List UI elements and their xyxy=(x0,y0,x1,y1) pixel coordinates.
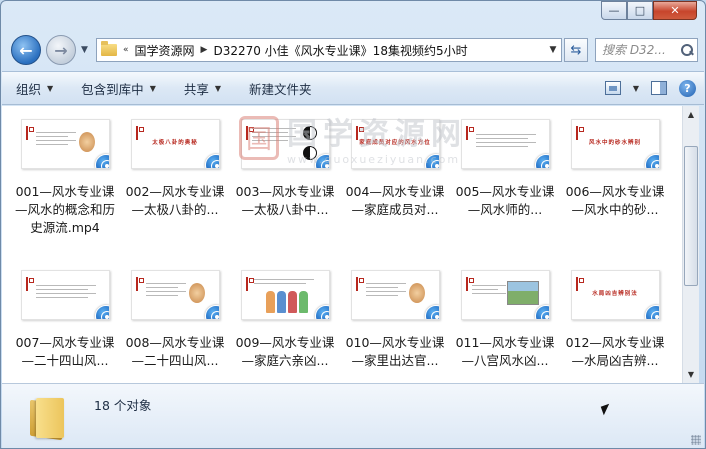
breadcrumb-overflow[interactable]: « xyxy=(123,45,129,55)
chevron-down-icon: ▼ xyxy=(47,83,54,93)
video-thumbnail xyxy=(460,119,550,169)
file-name: 011—风水专业课—八宫风水凶... xyxy=(455,335,555,368)
arrow-left-icon: ← xyxy=(19,40,33,60)
media-player-icon xyxy=(94,154,109,168)
media-player-icon xyxy=(644,154,659,168)
back-button[interactable]: ← xyxy=(11,35,41,65)
video-thumbnail xyxy=(240,119,330,169)
command-bar: 组织 ▼ 包含到库中 ▼ 共享 ▼ 新建文件夹 ▼ ? xyxy=(2,71,704,105)
file-item[interactable]: 003—风水专业课—太极八卦中... xyxy=(230,106,340,219)
file-name: 010—风水专业课—家里出达官... xyxy=(345,335,445,368)
resize-grip[interactable] xyxy=(691,435,701,445)
file-name: 008—风水专业课—二十四山风... xyxy=(125,335,225,368)
forward-button[interactable]: → xyxy=(46,35,76,65)
file-name: 001—风水专业课—风水的概念和历史源流.mp4 xyxy=(14,184,115,235)
address-bar[interactable]: « 国学资源网 ▶ D32270 小佳《风水专业课》18集视频约5小时 ▼ xyxy=(96,38,562,62)
organize-label: 组织 xyxy=(16,81,42,97)
file-name: 012—风水专业课—水局凶吉辨... xyxy=(565,335,665,368)
maximize-button[interactable]: □ xyxy=(627,1,653,20)
view-dropdown-icon[interactable]: ▼ xyxy=(633,84,639,93)
file-list[interactable]: 001—风水专业课—风水的概念和历史源流.mp4 太极八卦的奥秘 002—风水专业课… xyxy=(2,106,682,383)
chevron-down-icon: ▼ xyxy=(149,83,156,93)
preview-pane-icon[interactable] xyxy=(651,81,667,95)
new-folder-label: 新建文件夹 xyxy=(249,81,312,97)
folder-icon xyxy=(101,41,117,56)
video-thumbnail: 家庭成员对应的风水方位 xyxy=(350,119,440,169)
organize-menu[interactable]: 组织 ▼ xyxy=(2,79,67,98)
scroll-down-button[interactable]: ▼ xyxy=(683,366,699,383)
thumbnail-title: 水局凶吉辨别法 xyxy=(592,291,638,297)
new-folder-button[interactable]: 新建文件夹 xyxy=(235,79,326,98)
video-thumbnail xyxy=(240,270,330,320)
media-player-icon xyxy=(204,154,219,168)
close-button[interactable]: ✕ xyxy=(653,1,697,20)
file-item[interactable]: 001—风水专业课—风水的概念和历史源流.mp4 xyxy=(10,106,120,237)
change-view-icon[interactable] xyxy=(604,81,621,95)
video-thumbnail xyxy=(460,270,550,320)
chevron-down-icon: ▼ xyxy=(214,83,222,93)
media-player-icon xyxy=(534,154,549,168)
recent-pages-dropdown[interactable]: ▼ xyxy=(81,45,88,55)
video-thumbnail xyxy=(130,270,220,320)
file-item[interactable]: 007—风水专业课—二十四山风... xyxy=(10,257,120,370)
file-item[interactable]: 008—风水专业课—二十四山风... xyxy=(120,257,230,370)
include-label: 包含到库中 xyxy=(81,81,144,97)
file-name: 002—风水专业课—太极八卦的... xyxy=(125,184,225,217)
video-thumbnail xyxy=(20,119,110,169)
video-thumbnail: 水局凶吉辨别法 xyxy=(570,270,660,320)
media-player-icon xyxy=(424,154,439,168)
details-pane: 18 个对象 xyxy=(2,383,704,448)
arrow-right-icon: → xyxy=(54,40,68,60)
breadcrumb-item[interactable]: 国学资源网 xyxy=(135,42,195,59)
caption-buttons: — □ ✕ xyxy=(601,1,697,20)
file-item[interactable]: 风水中的砂水辨别 006—风水专业课—风水中的砂... xyxy=(560,106,670,219)
scroll-up-button[interactable]: ▲ xyxy=(683,106,699,123)
video-thumbnail xyxy=(350,270,440,320)
file-name: 004—风水专业课—家庭成员对... xyxy=(345,184,445,217)
search-icon[interactable] xyxy=(680,43,694,57)
video-thumbnail xyxy=(20,270,110,320)
folder-icon-large xyxy=(30,398,66,441)
file-item[interactable]: 010—风水专业课—家里出达官... xyxy=(340,257,450,370)
address-dropdown[interactable]: ▼ xyxy=(545,45,561,55)
media-player-icon xyxy=(534,305,549,319)
include-in-library-menu[interactable]: 包含到库中 ▼ xyxy=(67,79,170,98)
media-player-icon xyxy=(204,305,219,319)
media-player-icon xyxy=(94,305,109,319)
thumbnail-title: 太极八卦的奥秘 xyxy=(152,140,198,146)
file-name: 006—风水专业课—风水中的砂... xyxy=(565,184,665,217)
video-thumbnail: 风水中的砂水辨别 xyxy=(570,119,660,169)
file-name: 005—风水专业课—风水师的... xyxy=(455,184,555,217)
search-input[interactable] xyxy=(602,43,680,57)
media-player-icon xyxy=(424,305,439,319)
file-name: 003—风水专业课—太极八卦中... xyxy=(235,184,335,217)
thumbnail-title: 家庭成员对应的风水方位 xyxy=(359,140,431,146)
media-player-icon xyxy=(644,305,659,319)
file-item[interactable]: 009—风水专业课—家庭六亲凶... xyxy=(230,257,340,370)
breadcrumb-separator-icon[interactable]: ▶ xyxy=(201,45,208,55)
refresh-icon: ⇆ xyxy=(570,42,582,58)
share-label: 共享 xyxy=(183,81,209,97)
help-icon[interactable]: ? xyxy=(679,79,696,97)
item-count: 18 个对象 xyxy=(94,398,152,413)
file-name: 007—风水专业课—二十四山风... xyxy=(15,335,115,368)
file-item[interactable]: 水局凶吉辨别法 012—风水专业课—水局凶吉辨... xyxy=(560,257,670,370)
vertical-scrollbar[interactable]: ▲ ▼ xyxy=(682,106,699,383)
file-item[interactable]: 家庭成员对应的风水方位 004—风水专业课—家庭成员对... xyxy=(340,106,450,219)
media-player-icon xyxy=(314,305,329,319)
media-player-icon xyxy=(314,154,329,168)
minimize-button[interactable]: — xyxy=(601,1,627,20)
search-box[interactable] xyxy=(595,38,698,62)
video-thumbnail: 太极八卦的奥秘 xyxy=(130,119,220,169)
refresh-button[interactable]: ⇆ xyxy=(564,38,588,62)
scrollbar-thumb[interactable] xyxy=(684,146,698,286)
explorer-window: — □ ✕ ← → ▼ « 国学资源网 ▶ D32270 小佳《风水专业课》18… xyxy=(0,0,706,449)
file-item[interactable]: 005—风水专业课—风水师的... xyxy=(450,106,560,219)
file-name: 009—风水专业课—家庭六亲凶... xyxy=(235,335,335,368)
share-menu[interactable]: 共享 ▼ xyxy=(170,79,235,98)
breadcrumb-item-current[interactable]: D32270 小佳《风水专业课》18集视频约5小时 xyxy=(213,42,467,59)
thumbnail-title: 风水中的砂水辨别 xyxy=(588,140,641,146)
file-item[interactable]: 011—风水专业课—八宫风水凶... xyxy=(450,257,560,370)
file-item[interactable]: 太极八卦的奥秘 002—风水专业课—太极八卦的... xyxy=(120,106,230,219)
